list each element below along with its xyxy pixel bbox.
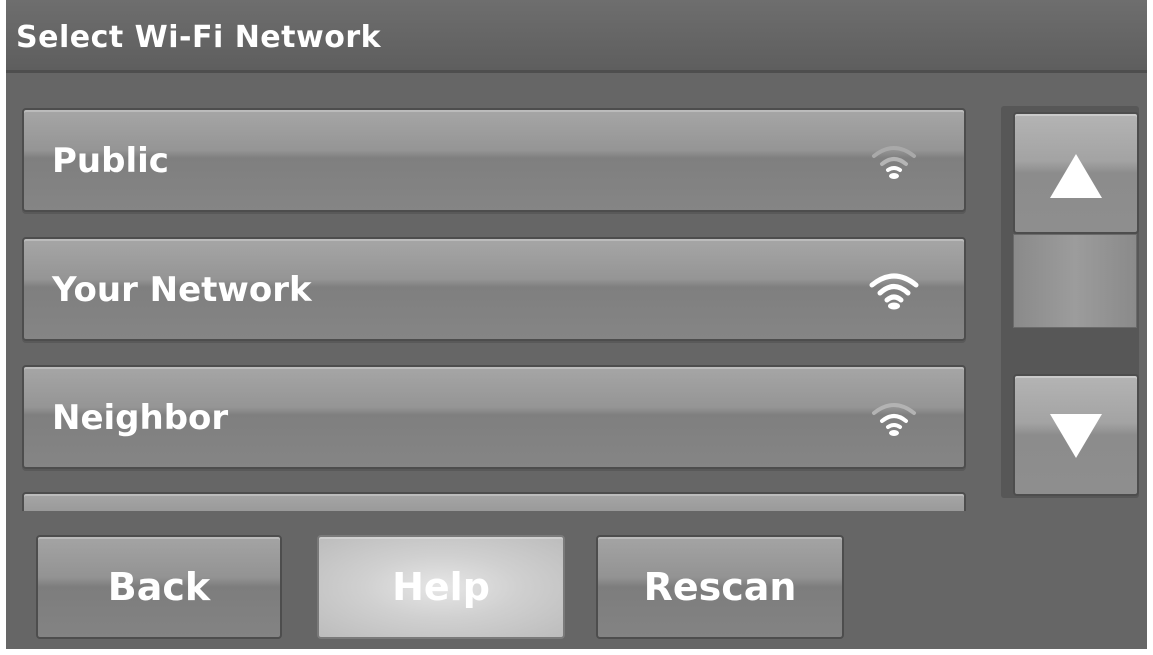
network-item-your-network[interactable]: Your Network xyxy=(22,237,966,341)
network-item-public[interactable]: Public xyxy=(22,108,966,212)
triangle-up-icon xyxy=(1050,154,1102,198)
back-button-label: Back xyxy=(107,565,211,609)
page-title: Select Wi-Fi Network xyxy=(16,20,382,55)
wifi-weak-icon xyxy=(872,403,916,436)
network-item-partial[interactable] xyxy=(22,492,966,511)
help-button[interactable]: Help xyxy=(317,535,565,639)
scroll-down-button[interactable] xyxy=(1013,374,1139,496)
rescan-button-label: Rescan xyxy=(643,565,797,609)
scrollbar[interactable] xyxy=(1001,106,1139,498)
back-button[interactable]: Back xyxy=(36,535,282,639)
title-bar: Select Wi-Fi Network xyxy=(6,0,1147,73)
wifi-strong-icon xyxy=(869,273,919,310)
scroll-up-button[interactable] xyxy=(1013,112,1139,234)
network-label: Public xyxy=(52,141,169,181)
thermostat-screen: Select Wi-Fi Network Public Your Network… xyxy=(6,0,1147,649)
network-label: Your Network xyxy=(52,270,312,310)
help-button-label: Help xyxy=(392,565,490,609)
scroll-thumb[interactable] xyxy=(1013,234,1137,328)
network-label: Neighbor xyxy=(52,398,229,438)
network-item-neighbor[interactable]: Neighbor xyxy=(22,365,966,469)
triangle-down-icon xyxy=(1050,414,1102,458)
wifi-weak-icon xyxy=(872,146,916,179)
network-list: Public Your Network Neighbor xyxy=(22,106,978,511)
rescan-button[interactable]: Rescan xyxy=(596,535,844,639)
